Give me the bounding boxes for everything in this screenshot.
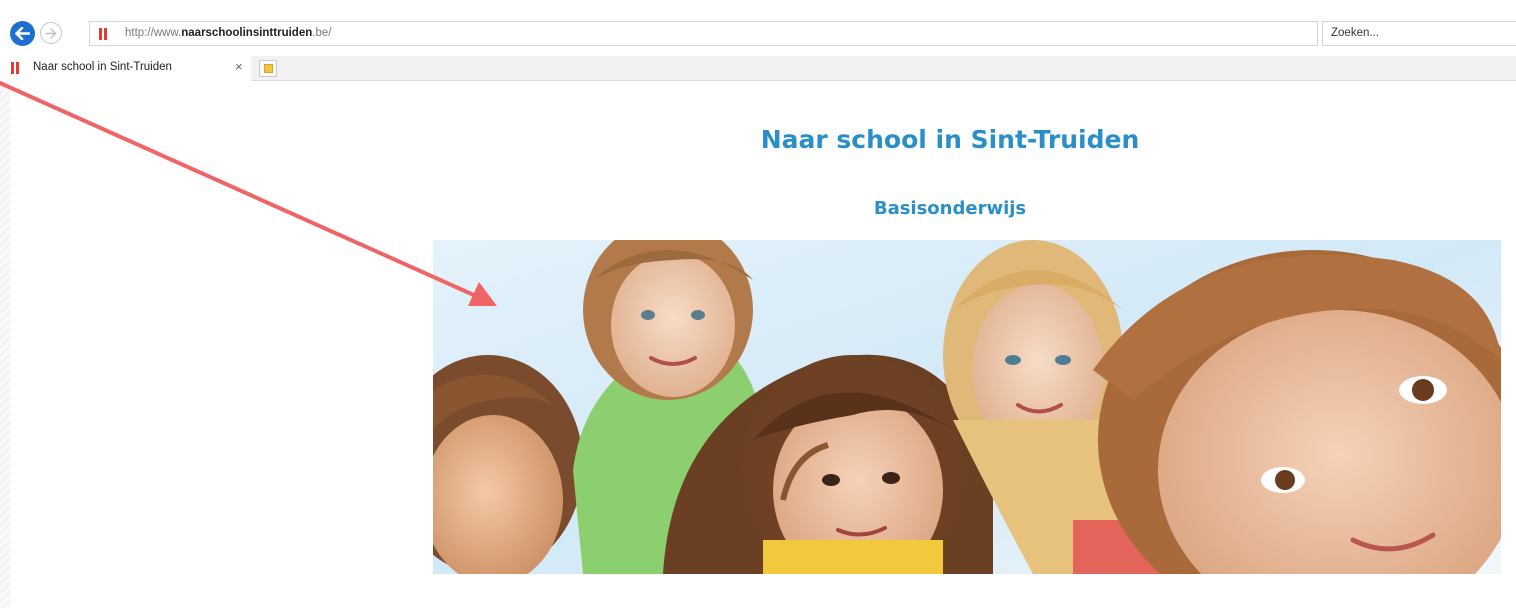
- new-tab-button[interactable]: [259, 60, 277, 77]
- search-input[interactable]: [1323, 22, 1493, 39]
- tab-active[interactable]: Naar school in Sint-Truiden ×: [0, 56, 251, 81]
- search-box[interactable]: [1322, 21, 1516, 46]
- tab-title: Naar school in Sint-Truiden: [33, 61, 172, 73]
- back-arrow-icon: [15, 27, 30, 40]
- site-favicon-icon: [99, 28, 108, 40]
- new-tab-icon: [264, 64, 273, 73]
- back-button[interactable]: [10, 21, 35, 46]
- screenshot: http://www.naarschoolinsinttruiden.be/ ▼…: [0, 0, 1516, 608]
- children-photo-image: [433, 240, 1501, 574]
- tab-bar: Naar school in Sint-Truiden ×: [0, 56, 1516, 81]
- page-subtitle: Basisonderwijs: [873, 198, 1027, 219]
- page-title: Naar school in Sint-Truiden: [760, 125, 1140, 154]
- forward-button[interactable]: [40, 22, 62, 44]
- tab-favicon-icon: [11, 62, 20, 74]
- tab-close-icon[interactable]: ×: [235, 59, 243, 74]
- url-text[interactable]: http://www.naarschoolinsinttruiden.be/: [125, 27, 331, 39]
- browser-toolbar: http://www.naarschoolinsinttruiden.be/ ▼…: [0, 0, 1516, 56]
- hero-image: [433, 240, 1501, 574]
- left-border-strip: [0, 82, 10, 608]
- forward-arrow-icon: [45, 27, 57, 39]
- address-bar[interactable]: http://www.naarschoolinsinttruiden.be/ ▼…: [89, 21, 1388, 46]
- page-viewport: Naar school in Sint-Truiden Basisonderwi…: [0, 82, 1516, 608]
